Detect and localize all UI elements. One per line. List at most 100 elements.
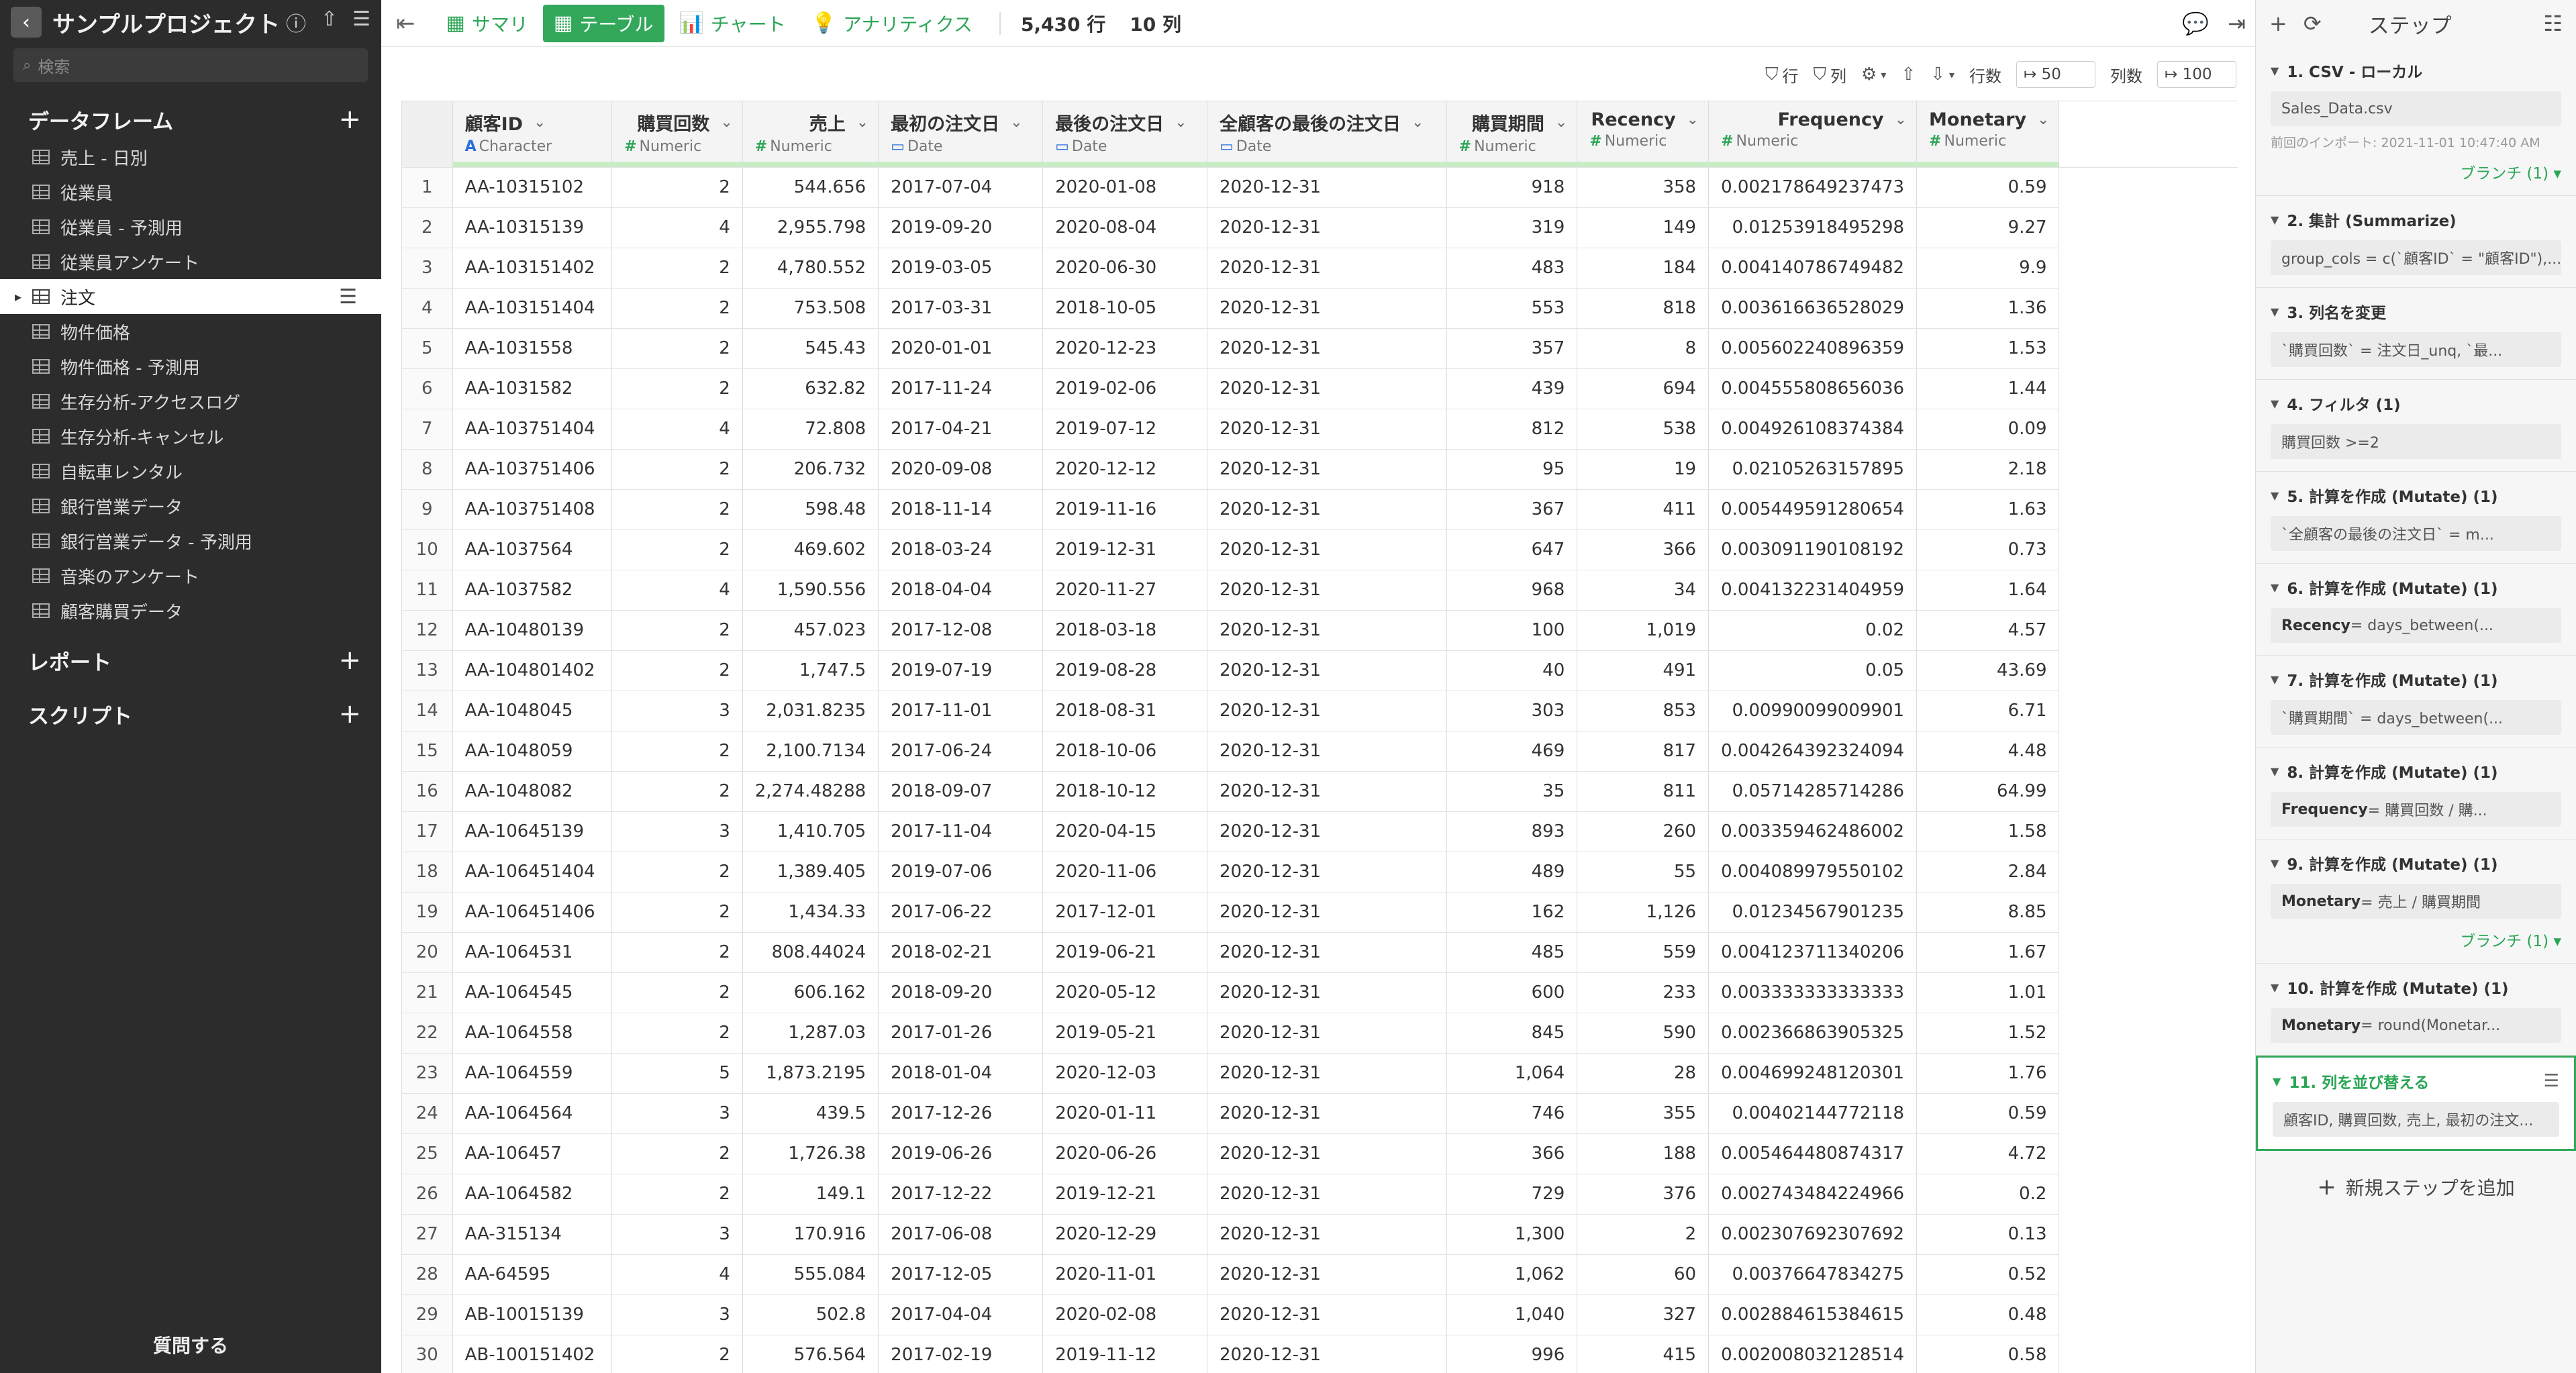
step-detail[interactable]: Recency = days_between(... — [2271, 608, 2561, 643]
search-input[interactable]: ⌕ 検索 — [13, 48, 368, 82]
column-header[interactable]: 顧客ID ⌄ A Character — [452, 101, 613, 168]
column-header[interactable]: Frequency ⌄ # Numeric — [1708, 101, 1918, 168]
step-item[interactable]: ▼ 7. 計算を作成 (Mutate) (1) `購買期間` = days_betw… — [2256, 656, 2576, 748]
column-header[interactable]: 売上 ⌄ # Numeric — [742, 101, 879, 168]
add-step-icon[interactable]: + — [2269, 11, 2287, 36]
dataframe-item[interactable]: ▸ 注文 ☰ — [0, 279, 381, 314]
caret-down-icon[interactable]: ▼ — [2271, 64, 2279, 77]
caret-down-icon[interactable]: ▼ — [2271, 489, 2279, 502]
column-header[interactable]: Recency ⌄ # Numeric — [1577, 101, 1710, 168]
info-icon[interactable]: ⓘ — [286, 7, 306, 37]
step-detail[interactable]: 顧客ID, 購買回数, 売上, 最初の注文... — [2273, 1102, 2559, 1137]
ask-question-button[interactable]: 質問する — [0, 1331, 381, 1358]
step-item[interactable]: ▼ 9. 計算を作成 (Mutate) (1) Monetary = 売上 / 購買… — [2256, 840, 2576, 964]
column-header[interactable]: 購買回数 ⌄ # Numeric — [611, 101, 743, 168]
step-detail[interactable]: `全顧客の最後の注文日` = m... — [2271, 516, 2561, 551]
collapse-right-panel-icon[interactable]: ⇥ — [2228, 11, 2246, 36]
step-item[interactable]: ▼ 3. 列名を変更 `購買回数` = 注文日_unq, `最... — [2256, 288, 2576, 380]
step-detail[interactable]: `購買期間` = days_between(... — [2271, 700, 2561, 735]
step-detail[interactable]: group_cols = c(`顧客ID` = "顧客ID"),... — [2271, 240, 2561, 275]
dataframe-item[interactable]: 従業員 - 予測用 — [0, 209, 381, 244]
collapse-sidebar-icon[interactable]: ⇤ — [396, 10, 415, 37]
column-header[interactable]: 全顧客の最後の注文日 ⌄ ▭ Date — [1207, 101, 1447, 168]
download-button[interactable]: ⇩ ▾ — [1930, 64, 1954, 85]
dataframe-item[interactable]: 自転車レンタル — [0, 454, 381, 489]
step-detail[interactable]: 購買回数 >=2 — [2271, 424, 2561, 459]
step-detail[interactable]: Monetary = round(Monetar... — [2271, 1008, 2561, 1043]
step-item[interactable]: ▼ 10. 計算を作成 (Mutate) (1) Monetary = round(… — [2256, 964, 2576, 1056]
caret-down-icon[interactable]: ▼ — [2271, 397, 2279, 410]
column-header[interactable]: 購買期間 ⌄ # Numeric — [1446, 101, 1578, 168]
chevron-down-icon[interactable]: ⌄ — [2037, 111, 2049, 128]
chevron-down-icon[interactable]: ⌄ — [856, 114, 869, 131]
dataframe-item[interactable]: 顧客購買データ — [0, 593, 381, 628]
caret-down-icon[interactable]: ▼ — [2271, 673, 2279, 686]
tab-1[interactable]: ▦ テーブル — [542, 4, 664, 42]
chevron-down-icon[interactable]: ⌄ — [720, 114, 732, 131]
add-new-step-button[interactable]: + 新規ステップを追加 — [2256, 1174, 2576, 1201]
dataframe-item[interactable]: 売上 - 日別 — [0, 140, 381, 174]
table-cell: 2 — [611, 610, 743, 651]
row-filter-button[interactable]: ⛉ 行 — [1765, 63, 1799, 87]
chevron-down-icon[interactable]: ⌄ — [1010, 114, 1022, 131]
chevron-down-icon[interactable]: ⌄ — [1175, 114, 1187, 131]
upload-icon[interactable]: ⇧ — [321, 7, 338, 37]
dataframe-item[interactable]: 従業員 — [0, 174, 381, 209]
step-item[interactable]: ▼ 11. 列を並び替える ☰ 顧客ID, 購買回数, 売上, 最初の注文... — [2256, 1056, 2576, 1151]
caret-down-icon[interactable]: ▼ — [2273, 1075, 2281, 1088]
menu-icon[interactable]: ☰ — [339, 285, 357, 309]
step-item[interactable]: ▼ 4. フィルタ (1) 購買回数 >=2 — [2256, 380, 2576, 472]
tab-2[interactable]: 📊 チャート — [668, 5, 797, 42]
column-header[interactable]: Monetary ⌄ # Numeric — [1916, 101, 2060, 168]
tab-3[interactable]: 💡 アナリティクス — [801, 5, 983, 42]
add-dataframe-icon[interactable]: + — [338, 104, 361, 135]
caret-down-icon[interactable]: ▼ — [2271, 765, 2279, 778]
rows-per-page-input[interactable]: ↦ 50 — [2016, 61, 2095, 88]
caret-down-icon[interactable]: ▼ — [2271, 857, 2279, 870]
dataframe-item[interactable]: 音楽のアンケート — [0, 558, 381, 593]
chevron-down-icon[interactable]: ⌄ — [1555, 114, 1567, 131]
step-item[interactable]: ▼ 1. CSV - ローカル Sales_Data.csv 前回のインポート: 20… — [2256, 47, 2576, 196]
caret-right-icon[interactable]: ▸ — [15, 289, 21, 305]
step-item[interactable]: ▼ 8. 計算を作成 (Mutate) (1) Frequency = 購買回数 /… — [2256, 748, 2576, 840]
dataframe-item[interactable]: 銀行営業データ — [0, 489, 381, 523]
caret-down-icon[interactable]: ▼ — [2271, 305, 2279, 318]
step-item[interactable]: ▼ 2. 集計 (Summarize) group_cols = c(`顧客ID` … — [2256, 196, 2576, 288]
step-item[interactable]: ▼ 6. 計算を作成 (Mutate) (1) Recency = days_bet… — [2256, 564, 2576, 656]
step-item[interactable]: ▼ 5. 計算を作成 (Mutate) (1) `全顧客の最後の注文日` = m..… — [2256, 472, 2576, 564]
chevron-down-icon[interactable]: ⌄ — [534, 114, 546, 131]
back-button[interactable]: ‹ — [11, 7, 42, 38]
step-detail[interactable]: Monetary = 売上 / 購買期間 — [2271, 884, 2561, 919]
dataframe-item[interactable]: 物件価格 - 予測用 — [0, 349, 381, 384]
step-detail[interactable]: Sales_Data.csv — [2271, 91, 2561, 126]
caret-down-icon[interactable]: ▼ — [2271, 981, 2279, 994]
branch-link[interactable]: ブランチ (1) ▾ — [2271, 928, 2561, 951]
export-button[interactable]: ⇧ — [1901, 64, 1916, 85]
cols-per-page-input[interactable]: ↦ 100 — [2157, 61, 2236, 88]
menu-icon[interactable]: ☰ — [352, 7, 370, 37]
comment-icon[interactable]: 💬 — [2182, 11, 2209, 36]
dataframe-item[interactable]: 生存分析-アクセスログ — [0, 384, 381, 419]
chevron-down-icon[interactable]: ⌄ — [1687, 111, 1699, 128]
sliders-icon[interactable]: ☷ — [2543, 11, 2563, 36]
dataframe-item[interactable]: 銀行営業データ - 予測用 — [0, 523, 381, 558]
dataframe-item[interactable]: 物件価格 — [0, 314, 381, 349]
tab-0[interactable]: ▦ サマリ — [436, 5, 539, 42]
column-filter-button[interactable]: ⛉ 列 — [1814, 63, 1847, 87]
add-report-icon[interactable]: + — [338, 645, 361, 676]
dataframe-item[interactable]: 従業員アンケート — [0, 244, 381, 279]
menu-icon[interactable]: ☰ — [2544, 1071, 2559, 1091]
settings-button[interactable]: ⚙ ▾ — [1861, 64, 1886, 85]
branch-link[interactable]: ブランチ (1) ▾ — [2271, 160, 2561, 183]
step-detail[interactable]: Frequency = 購買回数 / 購... — [2271, 792, 2561, 827]
caret-down-icon[interactable]: ▼ — [2271, 213, 2279, 226]
dataframe-item[interactable]: 生存分析-キャンセル — [0, 419, 381, 454]
refresh-icon[interactable]: ⟳ — [2303, 11, 2322, 36]
chevron-down-icon[interactable]: ⌄ — [1411, 114, 1424, 131]
step-detail[interactable]: `購買回数` = 注文日_unq, `最... — [2271, 332, 2561, 367]
chevron-down-icon[interactable]: ⌄ — [1895, 111, 1907, 128]
column-header[interactable]: 最初の注文日 ⌄ ▭ Date — [878, 101, 1044, 168]
caret-down-icon[interactable]: ▼ — [2271, 581, 2279, 594]
add-script-icon[interactable]: + — [338, 699, 361, 729]
column-header[interactable]: 最後の注文日 ⌄ ▭ Date — [1042, 101, 1207, 168]
